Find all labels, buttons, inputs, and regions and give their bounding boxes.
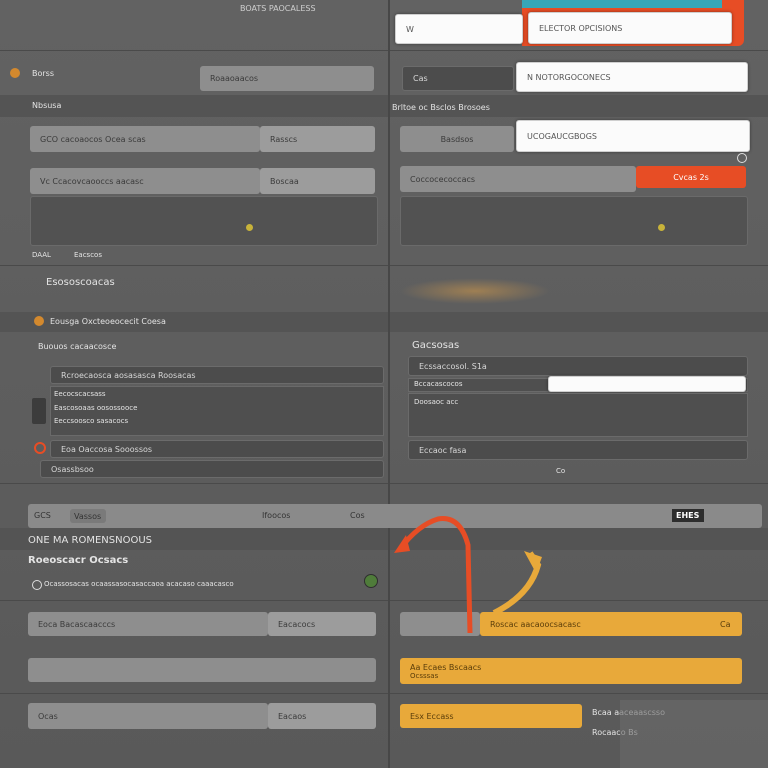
list-row-4[interactable]: Osassbsoo: [40, 460, 384, 478]
list-row-3[interactable]: Eoa Oaccosa Sooossos: [50, 440, 384, 458]
field-s3-3-suffix[interactable]: Eacaos: [268, 703, 376, 729]
yellow-row-2-b: Ocsssas: [410, 671, 439, 680]
right-row-4: Co: [556, 467, 566, 475]
panel-subtitle: Buouos cacaacosce: [38, 342, 117, 351]
top-input-b[interactable]: ELECTOR OPCISIONS: [528, 12, 732, 44]
toolbar-item-d[interactable]: Cos: [350, 511, 365, 520]
info-icon: [737, 153, 747, 163]
section-3-heading: ONE MA ROMENSNOOUS: [28, 535, 152, 546]
list-row-2-a: Eecocscacsass: [54, 390, 106, 398]
brand-label: Borss: [32, 69, 55, 78]
right-button-1[interactable]: Basdsos: [400, 126, 514, 152]
yellow-row-3[interactable]: Esx Eccass: [400, 704, 582, 728]
field-2[interactable]: Vc Ccacovcaooccs aacasc: [30, 168, 260, 194]
top-accent-stripe: [522, 0, 722, 8]
field-2-suffix[interactable]: Boscaa: [260, 168, 375, 194]
alert-icon: [34, 442, 46, 454]
panel-icon: [34, 316, 44, 326]
brand-icon: [10, 68, 20, 78]
status-dot: [658, 224, 665, 231]
right-row-1[interactable]: Ecssaccosol. S1a: [408, 356, 748, 376]
panel-header: Eousga Oxcteoeocecit Coesa: [50, 317, 166, 326]
top-input-a[interactable]: W: [395, 14, 523, 44]
field-1[interactable]: GCO cacoaocos Ocea scas: [30, 126, 260, 152]
divider: [0, 483, 768, 484]
section-2-title: Esososcoacas: [46, 277, 115, 288]
device-icon: [32, 398, 46, 424]
right-panel-header: Gacsosas: [412, 340, 460, 351]
right-white-slider[interactable]: [548, 376, 746, 392]
arrow-decoration: [394, 516, 542, 634]
column-divider: [388, 0, 390, 768]
right-row-label: Bccacascocos: [414, 380, 463, 388]
radio-label: Ocassosacas ocaassasocasaccaoa acacaso c…: [44, 580, 234, 588]
footer-label-a: DAAL: [32, 251, 51, 259]
search-input[interactable]: Roaaoaacos: [200, 66, 374, 91]
divider: [0, 693, 768, 694]
app-window: BOATS PAOCALESS W ELECTOR OPCISIONS Bors…: [0, 0, 768, 768]
glow-decoration: [400, 278, 550, 304]
section-3-subheading: Roeoscacr Ocsacs: [28, 555, 129, 566]
list-row-2-b: Eascosoaas oosossooce: [54, 404, 138, 412]
field-s3-1[interactable]: Eoca Bacascaacccs: [28, 612, 268, 636]
right-row-2[interactable]: [408, 393, 748, 437]
list-row-1[interactable]: Rcroecaosca aosasasca Roosacas: [50, 366, 384, 384]
toolbar-item-b[interactable]: Vassos: [70, 509, 106, 523]
right-bar[interactable]: Coccocecoccacs: [400, 166, 636, 192]
text-area-right[interactable]: [400, 196, 748, 246]
primary-button[interactable]: Cvcas 2s: [636, 166, 746, 188]
corner-panel: [620, 700, 768, 768]
page-title: BOATS PAOCALESS: [240, 4, 316, 13]
section-title-left: Nbsusa: [32, 101, 62, 110]
section-title-right: Brltoe oc Bsclos Brosoes: [392, 103, 490, 112]
toolbar-item-a[interactable]: GCS: [34, 511, 51, 520]
footer-label-b: Eacscos: [74, 251, 102, 259]
toolbar-item-c[interactable]: Ifoocos: [262, 511, 290, 520]
divider: [0, 265, 768, 266]
yellow-row-2[interactable]: Aa Ecaes Bscaacs Ocsssas: [400, 658, 742, 684]
right-white-input[interactable]: UCOGAUCGBOGS: [516, 120, 750, 152]
field-1-suffix[interactable]: Rasscs: [260, 126, 375, 152]
red-arrow: [398, 516, 473, 634]
status-indicator: [364, 574, 378, 588]
section-band-1: [0, 95, 768, 117]
right-row-3[interactable]: Eccaoc fasa: [408, 440, 748, 460]
divider: [0, 50, 768, 51]
yellow-row-2-a: Aa Ecaes Bscaacs: [410, 662, 482, 672]
radio-button[interactable]: [32, 580, 42, 590]
notification-input[interactable]: N NOTORGOCONECS: [516, 62, 748, 92]
list-row-2-c: Eeccsoosco sasacocs: [54, 417, 129, 425]
field-s3-2[interactable]: [28, 658, 376, 682]
field-s3-1-suffix[interactable]: Eacacocs: [268, 612, 376, 636]
yellow-row-1-suffix: Ca: [720, 620, 731, 629]
toolbar-badge: EHES: [676, 511, 700, 520]
status-dot: [246, 224, 253, 231]
divider: [0, 600, 768, 601]
field-s3-3[interactable]: Ocas: [28, 703, 268, 729]
right-row-2-text: Doosaoc acc: [414, 398, 459, 406]
text-area-left[interactable]: [30, 196, 378, 246]
filter-chip[interactable]: Cas: [402, 66, 514, 91]
